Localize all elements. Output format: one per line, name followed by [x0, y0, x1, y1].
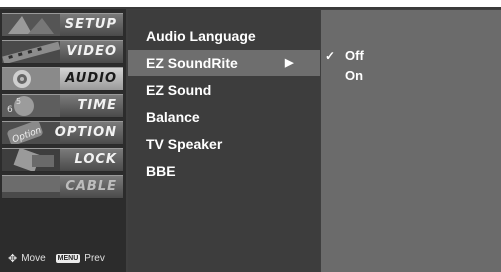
- menu-item-bbe[interactable]: BBE: [128, 158, 320, 184]
- sidebar-item-label: LOCK: [74, 152, 117, 167]
- sidebar-item-label: AUDIO: [65, 71, 117, 86]
- lock-key-icon: [2, 149, 60, 171]
- menu-item-label: EZ SoundRite: [146, 55, 238, 71]
- sidebar-item-time[interactable]: 65 TIME: [2, 94, 123, 118]
- menu-item-tv-speaker[interactable]: TV Speaker: [128, 131, 320, 157]
- sidebar-item-option[interactable]: Option OPTION: [2, 121, 123, 145]
- audio-menu-panel: Audio Language EZ SoundRite ▶ EZ Sound B…: [128, 10, 320, 272]
- checkmark-icon: ✓: [325, 49, 336, 63]
- video-film-icon: [2, 41, 60, 63]
- menu-item-label: Audio Language: [146, 28, 256, 44]
- audio-speaker-icon: [2, 68, 60, 90]
- sidebar-item-label: VIDEO: [66, 44, 117, 59]
- sidebar-item-audio[interactable]: AUDIO: [2, 67, 123, 91]
- setup-thumbnail-icon: [2, 14, 60, 36]
- menu-key-icon: MENU: [55, 254, 81, 263]
- menu-item-label: TV Speaker: [146, 136, 223, 152]
- sidebar-item-video[interactable]: VIDEO: [2, 40, 123, 64]
- sidebar-item-lock[interactable]: LOCK: [2, 148, 123, 172]
- sidebar-item-label: SETUP: [64, 17, 117, 32]
- option-off[interactable]: ✓ Off: [321, 46, 501, 66]
- menu-item-balance[interactable]: Balance: [128, 104, 320, 130]
- top-rule: [0, 0, 501, 9]
- prev-hint-label: Prev: [84, 253, 105, 264]
- svg-text:6: 6: [7, 105, 13, 115]
- sidebar: SETUP VIDEO AUDIO 65 TIME Option OPTION …: [0, 9, 126, 272]
- move-hint-label: Move: [21, 253, 46, 264]
- option-label: On: [345, 68, 364, 83]
- time-clock-icon: 65: [2, 95, 60, 117]
- menu-item-ez-soundrite[interactable]: EZ SoundRite ▶: [128, 50, 320, 76]
- option-on[interactable]: On: [321, 66, 501, 86]
- svg-text:5: 5: [16, 97, 21, 106]
- option-tag-icon: Option: [2, 122, 60, 144]
- cable-icon: [2, 176, 60, 198]
- nav-hints: ✥ Move MENU Prev: [8, 252, 105, 265]
- menu-item-ez-sound[interactable]: EZ Sound: [128, 77, 320, 103]
- menu-item-label: Balance: [146, 109, 200, 125]
- sidebar-item-label: OPTION: [54, 125, 117, 140]
- menu-item-audio-language[interactable]: Audio Language: [128, 23, 320, 49]
- menu-item-label: BBE: [146, 163, 176, 179]
- submenu-arrow-icon: ▶: [285, 57, 294, 69]
- sidebar-item-cable[interactable]: CABLE: [2, 175, 123, 199]
- sidebar-item-setup[interactable]: SETUP: [2, 13, 123, 37]
- ez-soundrite-submenu: ✓ Off On: [321, 10, 501, 272]
- move-arrows-icon: ✥: [8, 253, 18, 265]
- option-label: Off: [345, 48, 364, 63]
- sidebar-item-label: CABLE: [65, 179, 117, 194]
- sidebar-item-label: TIME: [77, 98, 117, 113]
- menu-item-label: EZ Sound: [146, 82, 212, 98]
